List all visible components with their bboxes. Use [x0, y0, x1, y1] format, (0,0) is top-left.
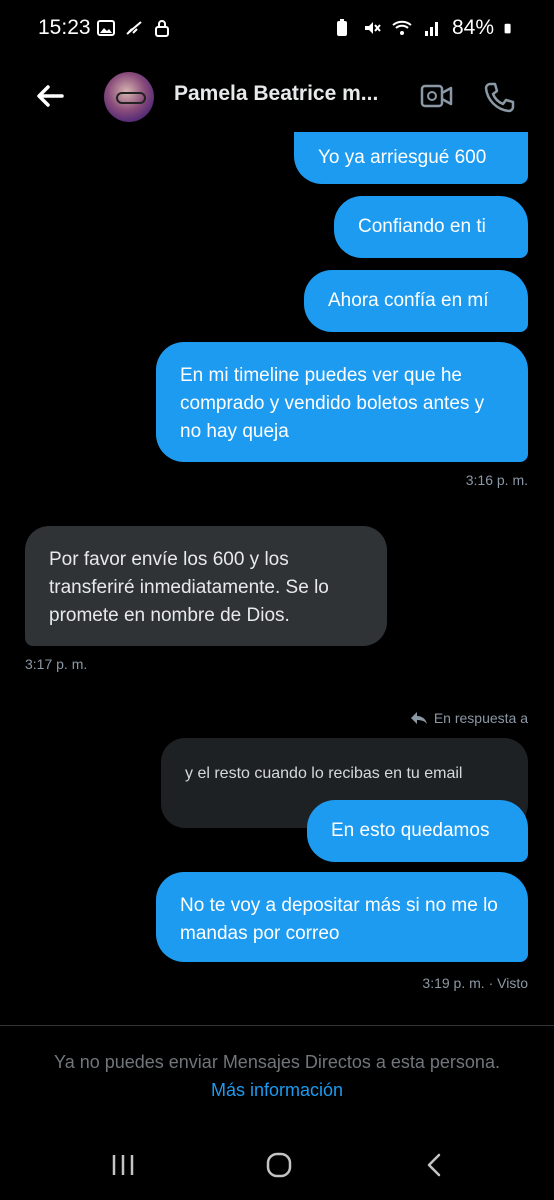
home-icon[interactable] — [265, 1152, 293, 1178]
message-bubble-outgoing[interactable]: En esto quedamos — [307, 800, 528, 862]
contact-avatar[interactable] — [104, 72, 154, 122]
message-text: En mi timeline puedes ver que he comprad… — [180, 365, 485, 442]
message-text: En esto quedamos — [331, 820, 490, 841]
dm-restricted-notice: Ya no puedes enviar Mensajes Directos a … — [54, 1052, 500, 1072]
reply-label-text: En respuesta a — [433, 710, 528, 726]
conversation-header: Pamela Beatrice m... — [0, 62, 554, 132]
message-text: Por favor envíe los 600 y los transferir… — [49, 549, 329, 626]
lock-icon — [155, 20, 169, 37]
battery-icon — [504, 23, 511, 34]
message-bubble-outgoing[interactable]: Confiando en ti — [334, 196, 528, 258]
system-nav-bar — [0, 1140, 554, 1190]
composer-divider — [0, 1025, 554, 1026]
mute-icon — [364, 22, 381, 34]
message-timestamp: 3:17 p. m. — [25, 656, 88, 672]
contact-name[interactable]: Pamela Beatrice m... — [174, 82, 378, 106]
back-arrow-icon[interactable] — [30, 76, 70, 116]
status-right-icons: 84% — [332, 16, 516, 40]
message-bubble-outgoing[interactable]: Yo ya arriesgué 600 — [294, 132, 528, 184]
message-text: Ahora confía en mí — [328, 290, 489, 311]
nav-back-icon[interactable] — [424, 1152, 444, 1178]
message-timestamp: 3:19 p. m. · Visto — [422, 975, 528, 991]
message-text: No te voy a depositar más si no me lo ma… — [180, 895, 498, 944]
phone-call-icon[interactable] — [482, 80, 516, 114]
status-bar: 15:23 84% — [0, 0, 554, 56]
gallery-icon — [97, 20, 115, 36]
message-text: Confiando en ti — [358, 216, 486, 237]
status-left-icons — [96, 18, 172, 38]
recent-apps-icon[interactable] — [110, 1152, 138, 1178]
message-bubble-outgoing[interactable]: No te voy a depositar más si no me lo ma… — [156, 872, 528, 962]
message-text: Yo ya arriesgué 600 — [318, 147, 487, 168]
message-bubble-incoming[interactable]: Por favor envíe los 600 y los transferir… — [25, 526, 387, 646]
reply-indicator: En respuesta a — [410, 710, 528, 726]
reply-arrow-icon — [410, 712, 427, 724]
signal-slash-icon — [126, 21, 142, 35]
message-bubble-outgoing[interactable]: En mi timeline puedes ver que he comprad… — [156, 342, 528, 462]
wifi-icon — [392, 20, 412, 35]
battery-level: 84% — [451, 16, 494, 39]
cell-signal-icon — [424, 22, 438, 36]
video-call-icon[interactable] — [420, 82, 454, 110]
message-timestamp: 3:16 p. m. — [465, 472, 528, 488]
message-bubble-outgoing[interactable]: Ahora confía en mí — [304, 270, 528, 332]
status-time: 15:23 — [38, 16, 91, 39]
quoted-message-text: y el resto cuando lo recibas en tu email — [185, 765, 463, 782]
battery-saver-icon — [336, 19, 347, 36]
more-info-link[interactable]: Más información — [0, 1080, 554, 1101]
